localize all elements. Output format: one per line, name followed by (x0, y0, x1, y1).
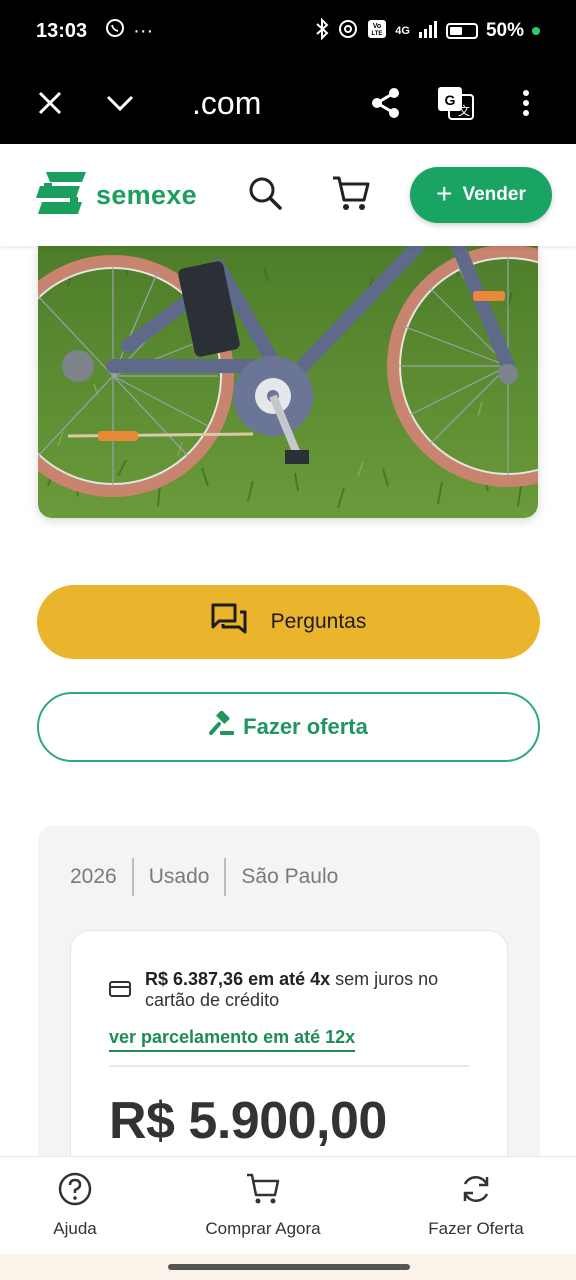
network-type: 4G (395, 25, 410, 37)
status-bar: 13:03 ··· Vo LTE 4G 50% (0, 0, 576, 62)
status-time: 13:03 (36, 19, 88, 42)
nav-comprar-label: Comprar Agora (205, 1219, 321, 1238)
meta-divider (224, 858, 227, 896)
installment-text: R$ 6.387,36 em até 4x sem juros no cartã… (145, 969, 465, 1011)
url-text[interactable]: .com (192, 85, 261, 122)
fazer-oferta-label: Fazer oferta (243, 714, 368, 739)
translate-icon[interactable]: G文 (434, 81, 478, 125)
product-meta: 2026 Usado São Paulo (70, 858, 338, 896)
logo[interactable]: semexe (36, 170, 197, 221)
browser-toolbar: .com G文 (0, 62, 576, 144)
product-condition: Usado (148, 865, 210, 888)
perguntas-button[interactable]: Perguntas (37, 585, 540, 659)
nav-ajuda[interactable]: Ajuda (0, 1157, 150, 1254)
link-icon (337, 19, 359, 44)
status-extra: ··· (133, 19, 154, 42)
meta-divider (131, 858, 134, 896)
whatsapp-icon (105, 18, 125, 44)
credit-card-icon (109, 981, 131, 1002)
divider (109, 1065, 469, 1067)
logo-mark-icon (36, 170, 88, 221)
volte-icon: Vo LTE (367, 19, 387, 44)
ver-parcelamento-link[interactable]: ver parcelamento em até 12x (109, 1027, 356, 1052)
refresh-icon (459, 1172, 493, 1211)
close-icon[interactable] (28, 81, 72, 125)
site-header: semexe + Vender (0, 144, 576, 246)
gesture-area (0, 1254, 576, 1280)
fazer-oferta-button[interactable]: Fazer oferta (37, 692, 540, 762)
chat-icon (211, 603, 247, 641)
product-image[interactable] (38, 246, 538, 518)
svg-text:LTE: LTE (372, 31, 383, 37)
vender-button[interactable]: + Vender (410, 167, 552, 223)
gavel-icon (209, 710, 235, 743)
vender-label: Vender (462, 184, 526, 205)
home-gesture-bar[interactable] (168, 1264, 410, 1270)
perguntas-label: Perguntas (270, 610, 367, 633)
bottom-navigation: Ajuda Comprar Agora Fazer Oferta (0, 1156, 576, 1254)
product-year: 2026 (70, 865, 117, 888)
battery-icon (445, 23, 478, 39)
search-icon[interactable] (247, 175, 283, 216)
logo-text: semexe (96, 179, 197, 210)
help-icon (58, 1172, 92, 1211)
svg-text:文: 文 (458, 103, 470, 118)
nav-fazer-label: Fazer Oferta (428, 1219, 524, 1238)
svg-text:G: G (445, 92, 456, 108)
bluetooth-icon (315, 17, 329, 45)
product-price: R$ 5.900,00 (109, 1092, 387, 1150)
plus-icon: + (436, 177, 453, 209)
svg-text:Vo: Vo (373, 23, 381, 30)
installment-info: R$ 6.387,36 em até 4x sem juros no cartã… (109, 969, 465, 1011)
signal-icon (418, 19, 438, 44)
cart-icon[interactable] (331, 174, 371, 217)
more-vertical-icon[interactable] (504, 81, 548, 125)
share-icon[interactable] (364, 81, 408, 125)
battery-percent: 50% (485, 20, 524, 41)
installment-highlight: R$ 6.387,36 em até 4x (145, 969, 331, 989)
status-dot (532, 27, 540, 35)
product-location: São Paulo (241, 865, 339, 888)
nav-comprar-agora[interactable]: Comprar Agora (150, 1157, 376, 1254)
chevron-down-icon[interactable] (98, 81, 142, 125)
nav-ajuda-label: Ajuda (53, 1219, 97, 1238)
nav-fazer-oferta[interactable]: Fazer Oferta (376, 1157, 576, 1254)
cart-icon (245, 1172, 281, 1211)
